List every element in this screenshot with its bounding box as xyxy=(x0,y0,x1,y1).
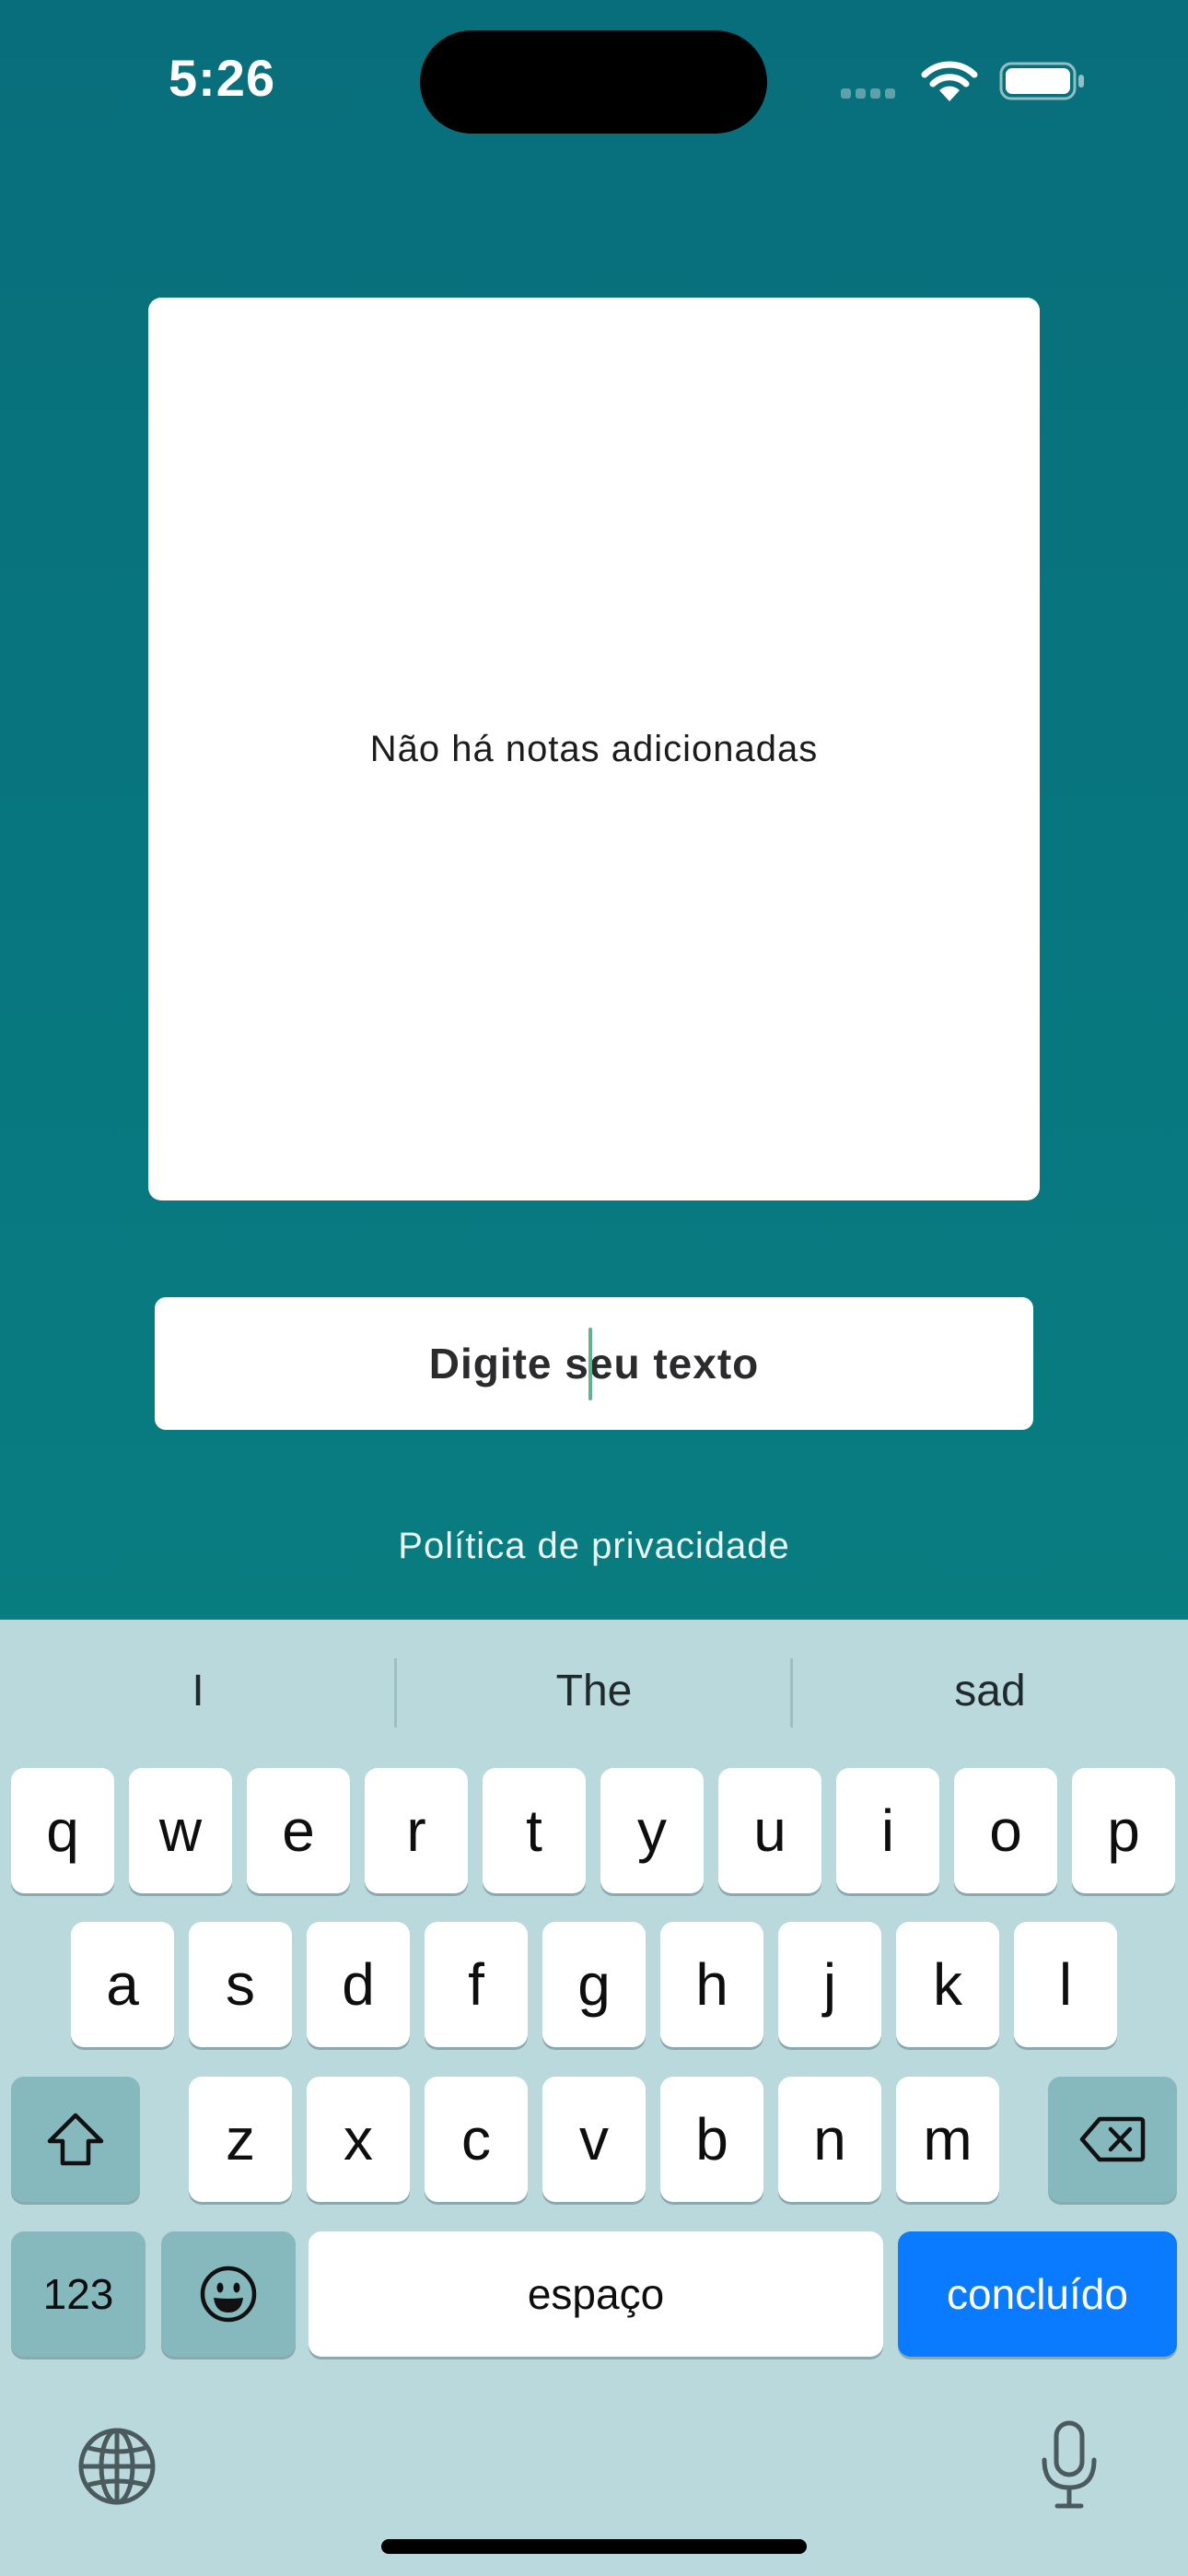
key-j[interactable]: j xyxy=(778,1922,881,2047)
note-input-value: Digite seu texto xyxy=(428,1340,760,1388)
key-q[interactable]: q xyxy=(11,1768,114,1893)
key-s[interactable]: s xyxy=(189,1922,292,2047)
privacy-policy-link[interactable]: Política de privacidade xyxy=(0,1526,1188,1567)
key-o[interactable]: o xyxy=(954,1768,1057,1893)
key-i[interactable]: i xyxy=(836,1768,939,1893)
key-m[interactable]: m xyxy=(896,2077,999,2202)
shift-key[interactable] xyxy=(11,2077,140,2202)
key-g[interactable]: g xyxy=(542,1922,646,2047)
done-key[interactable]: concluído xyxy=(898,2231,1177,2357)
suggestion-item[interactable]: I xyxy=(0,1620,396,1762)
key-b[interactable]: b xyxy=(660,2077,763,2202)
key-f[interactable]: f xyxy=(425,1922,528,2047)
key-r[interactable]: r xyxy=(365,1768,468,1893)
cellular-signal-icon xyxy=(841,87,900,103)
empty-notes-message: Não há notas adicionadas xyxy=(369,728,819,769)
status-time: 5:26 xyxy=(169,49,276,107)
backspace-key[interactable] xyxy=(1048,2077,1177,2202)
shift-icon xyxy=(47,2113,104,2166)
backspace-icon xyxy=(1079,2116,1146,2162)
emoji-key[interactable] xyxy=(161,2231,296,2357)
globe-icon[interactable] xyxy=(76,2425,158,2508)
suggestion-item[interactable]: sad xyxy=(792,1620,1188,1762)
key-z[interactable]: z xyxy=(189,2077,292,2202)
app-screen: 5:26 Não há notas adicionadas Digite seu… xyxy=(0,0,1188,1620)
space-key[interactable]: espaço xyxy=(309,2231,883,2357)
key-a[interactable]: a xyxy=(71,1922,174,2047)
key-l[interactable]: l xyxy=(1014,1922,1117,2047)
key-h[interactable]: h xyxy=(660,1922,763,2047)
battery-icon xyxy=(999,62,1084,100)
key-k[interactable]: k xyxy=(896,1922,999,2047)
numbers-key[interactable]: 123 xyxy=(11,2231,146,2357)
microphone-icon[interactable] xyxy=(1039,2419,1100,2512)
key-d[interactable]: d xyxy=(307,1922,410,2047)
key-u[interactable]: u xyxy=(718,1768,821,1893)
emoji-icon xyxy=(200,2266,257,2323)
key-y[interactable]: y xyxy=(600,1768,704,1893)
key-t[interactable]: t xyxy=(483,1768,586,1893)
notes-panel: Não há notas adicionadas xyxy=(148,298,1040,1200)
suggestion-bar: I The sad xyxy=(0,1620,1188,1762)
key-x[interactable]: x xyxy=(307,2077,410,2202)
text-caret xyxy=(588,1328,592,1400)
key-v[interactable]: v xyxy=(542,2077,646,2202)
key-c[interactable]: c xyxy=(425,2077,528,2202)
key-n[interactable]: n xyxy=(778,2077,881,2202)
key-p[interactable]: p xyxy=(1072,1768,1175,1893)
dynamic-island xyxy=(420,30,767,134)
home-indicator[interactable] xyxy=(381,2539,807,2554)
keyboard: I The sad q w e r t y u i o p a s d f g … xyxy=(0,1620,1188,2576)
suggestion-item[interactable]: The xyxy=(396,1620,792,1762)
note-text-input[interactable]: Digite seu texto xyxy=(155,1297,1033,1430)
key-e[interactable]: e xyxy=(247,1768,350,1893)
key-w[interactable]: w xyxy=(129,1768,232,1893)
wifi-icon xyxy=(921,61,978,101)
